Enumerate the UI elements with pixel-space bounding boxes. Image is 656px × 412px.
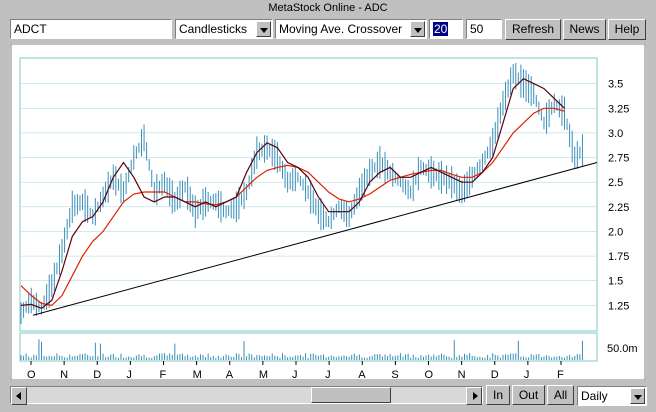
- y-tick-label: 2.25: [608, 202, 629, 214]
- news-button[interactable]: News: [563, 19, 606, 40]
- arrow-left-icon: [16, 392, 21, 400]
- x-tick-label: D: [491, 369, 499, 380]
- x-tick-label: A: [226, 369, 234, 380]
- refresh-button[interactable]: Refresh: [505, 19, 561, 40]
- x-tick-label: A: [358, 369, 366, 380]
- x-tick-label: O: [425, 369, 434, 380]
- x-tick-label: J: [325, 369, 331, 380]
- x-tick-label: J: [292, 369, 298, 380]
- x-tick-label: S: [391, 369, 398, 380]
- x-tick-label: J: [524, 369, 530, 380]
- y-tick-label: 2.0: [608, 226, 623, 238]
- x-tick-label: F: [557, 369, 564, 380]
- y-tick-label: 1.5: [608, 276, 623, 288]
- volume-axis-label: 50.0m: [607, 343, 638, 355]
- x-tick-label: N: [60, 369, 68, 380]
- interval-value: Daily: [581, 389, 608, 403]
- y-tick-label: 3.25: [608, 103, 629, 115]
- scroll-left-button[interactable]: [11, 387, 27, 405]
- x-tick-label: N: [458, 369, 466, 380]
- x-tick-label: M: [259, 369, 268, 380]
- indicator-value: Moving Ave. Crossover: [279, 22, 403, 36]
- y-tick-label: 3.5: [608, 79, 623, 91]
- zoom-in-button[interactable]: In: [486, 385, 510, 405]
- chevron-down-icon[interactable]: [256, 21, 271, 37]
- arrow-right-icon: [473, 392, 478, 400]
- y-tick-label: 2.75: [608, 153, 629, 165]
- interval-select[interactable]: Daily: [577, 386, 647, 406]
- zoom-out-button[interactable]: Out: [512, 385, 545, 405]
- chevron-down-icon[interactable]: [410, 21, 425, 37]
- long-period-input[interactable]: 50: [466, 19, 502, 39]
- y-tick-label: 1.25: [608, 300, 629, 312]
- x-tick-label: J: [126, 369, 132, 380]
- symbol-input[interactable]: ADCT: [10, 19, 172, 39]
- x-tick-label: D: [93, 369, 101, 380]
- y-tick-label: 1.75: [608, 251, 629, 263]
- stock-chart[interactable]: 3.5 3.25 3.0 2.75 2.5 2.25 2.0 1.75 1.5 1.25 O N D J…: [11, 44, 645, 380]
- x-tick-label: F: [160, 369, 167, 380]
- scroll-thumb[interactable]: [311, 387, 391, 403]
- chart-style-select[interactable]: Candlesticks: [175, 19, 273, 39]
- short-period-value: 20: [433, 22, 449, 36]
- scroll-right-button[interactable]: [466, 387, 482, 405]
- horizontal-scrollbar[interactable]: [10, 386, 483, 405]
- short-period-input[interactable]: 20: [429, 19, 463, 39]
- zoom-all-button[interactable]: All: [547, 385, 574, 405]
- window-title: MetaStock Online - ADC: [268, 2, 388, 14]
- x-tick-label: O: [27, 369, 36, 380]
- x-tick-label: M: [193, 369, 202, 380]
- indicator-select[interactable]: Moving Ave. Crossover: [275, 19, 427, 39]
- y-tick-label: 3.0: [608, 128, 623, 140]
- chevron-down-icon[interactable]: [630, 388, 645, 404]
- chart-style-value: Candlesticks: [179, 22, 248, 36]
- help-button[interactable]: Help: [608, 19, 646, 40]
- y-tick-label: 2.5: [608, 177, 623, 189]
